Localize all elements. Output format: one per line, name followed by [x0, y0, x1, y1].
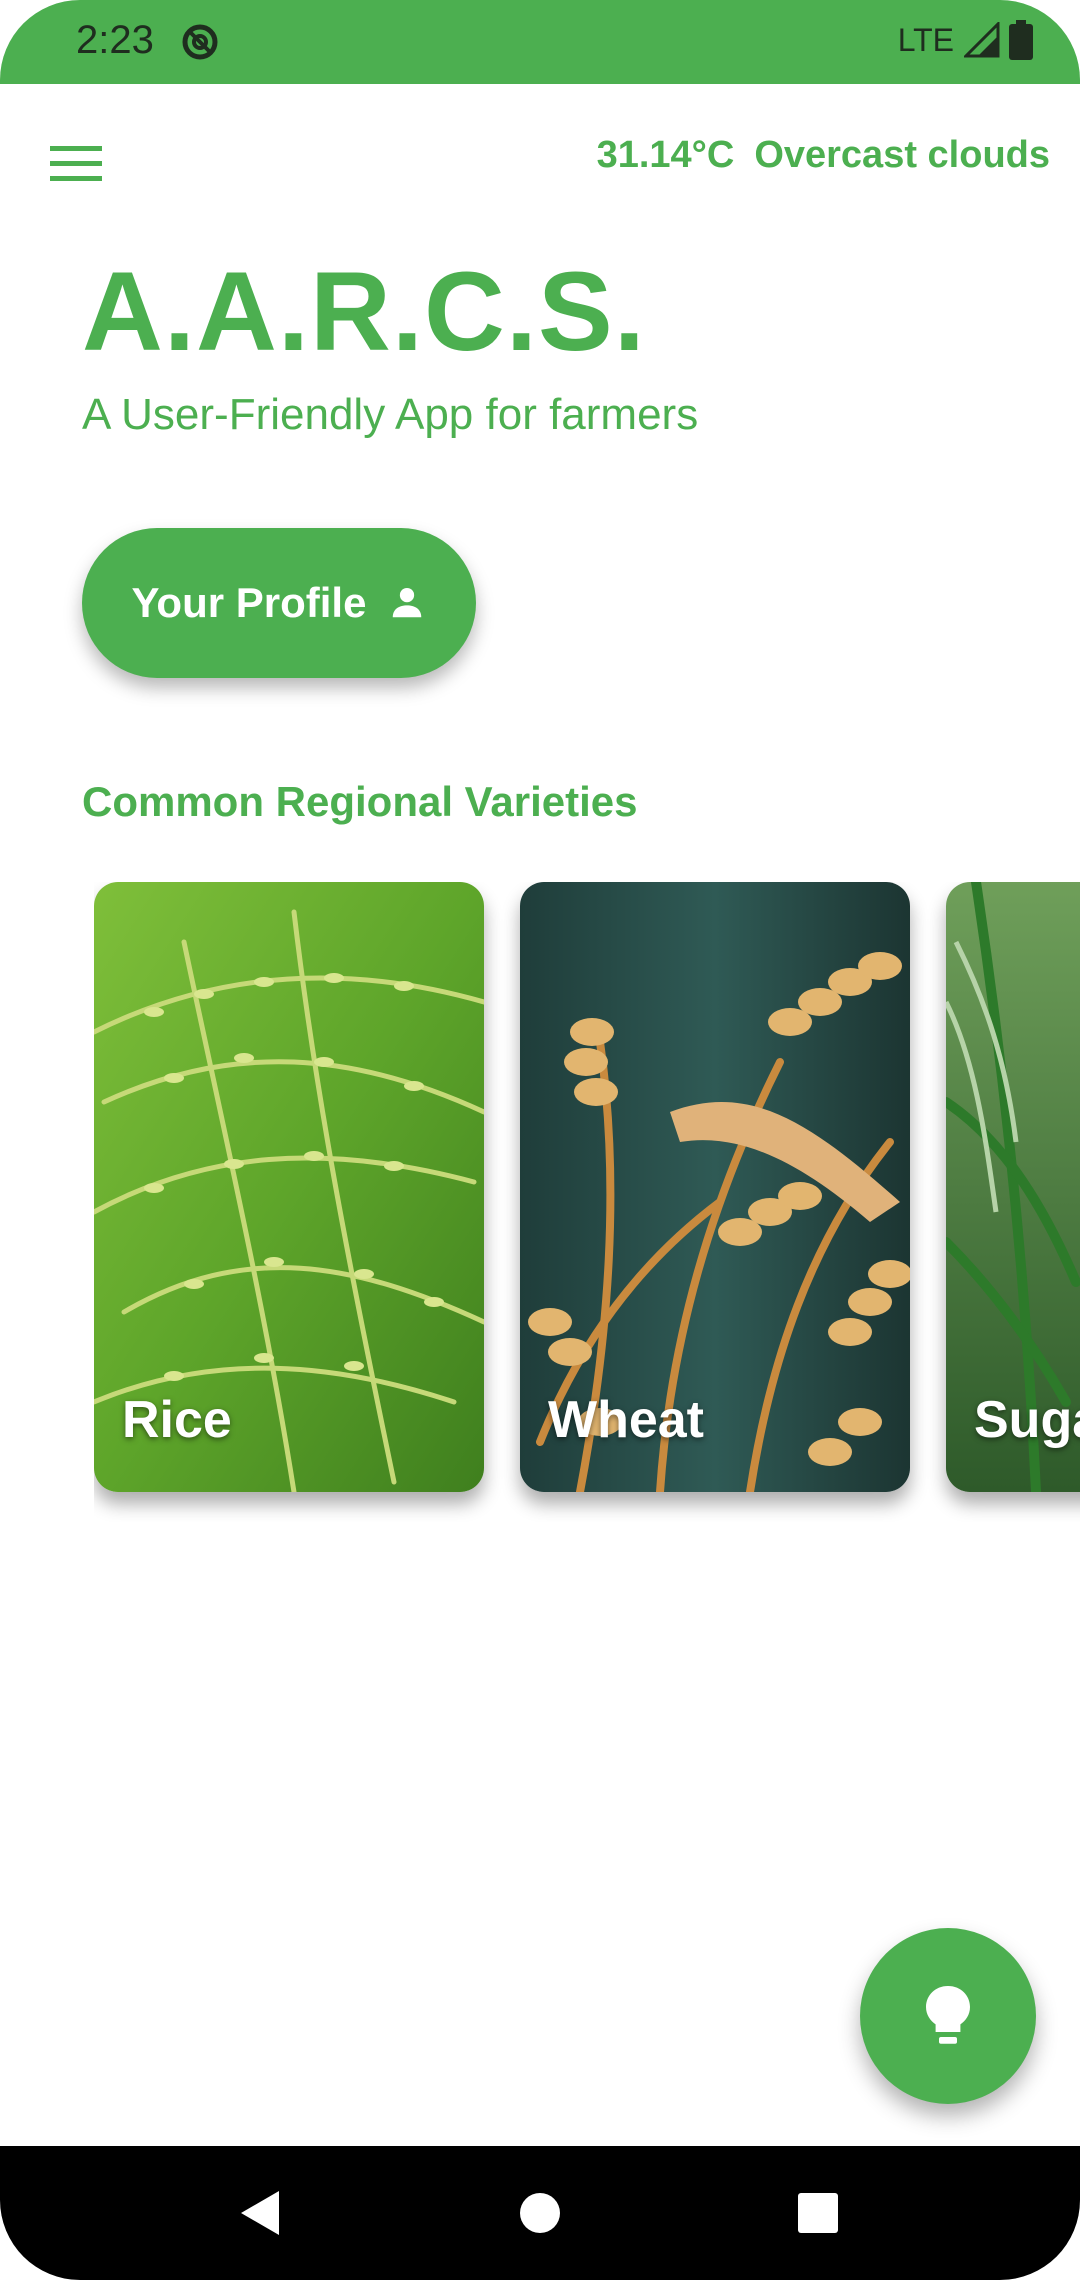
- tips-fab[interactable]: [860, 1928, 1036, 2104]
- variety-label-wheat: Wheat: [548, 1391, 704, 1449]
- back-button[interactable]: [220, 2176, 300, 2250]
- status-bar: 2:23 LTE: [0, 0, 1080, 84]
- temperature: 31.14°C: [596, 134, 735, 176]
- variety-label-rice: Rice: [122, 1391, 232, 1449]
- profile-button-label: Your Profile: [131, 579, 367, 626]
- system-navigation-bar: [0, 2146, 1080, 2280]
- home-screen: 2:23 LTE 31.14°C Overcast clouds A.A.R.C…: [0, 0, 1080, 2280]
- varieties-carousel[interactable]: Rice Wheat Sug: [94, 882, 1080, 1522]
- home-button[interactable]: [500, 2176, 580, 2250]
- variety-card-sugarcane[interactable]: Sugarcane: [946, 882, 1080, 1492]
- home-icon: [520, 2193, 560, 2233]
- variety-card-wheat[interactable]: Wheat: [520, 882, 910, 1492]
- recents-icon: [798, 2193, 838, 2233]
- menu-button[interactable]: [40, 128, 112, 200]
- app-subtitle: A User-Friendly App for farmers: [82, 390, 699, 439]
- menu-icon: [50, 146, 102, 181]
- status-time: 2:23: [76, 18, 154, 62]
- do-not-disturb-icon: [182, 24, 218, 60]
- signal-icon: [964, 22, 1000, 58]
- battery-icon: [1009, 20, 1033, 60]
- weather-info: 31.14°C Overcast clouds: [597, 134, 1050, 177]
- weather-condition: Overcast clouds: [754, 134, 1050, 176]
- back-icon: [241, 2191, 279, 2235]
- recents-button[interactable]: [778, 2176, 858, 2250]
- network-type: LTE: [897, 21, 954, 58]
- variety-card-rice[interactable]: Rice: [94, 882, 484, 1492]
- person-icon: [393, 587, 422, 618]
- your-profile-button[interactable]: Your Profile: [82, 528, 476, 678]
- variety-label-sugarcane: Sugarcane: [974, 1391, 1080, 1449]
- app-title: A.A.R.C.S.: [82, 249, 646, 374]
- lightbulb-icon: [926, 1986, 970, 2044]
- section-heading: Common Regional Varieties: [82, 778, 638, 825]
- status-icons: LTE: [898, 20, 1034, 60]
- top-app-bar: 31.14°C Overcast clouds: [0, 84, 1080, 234]
